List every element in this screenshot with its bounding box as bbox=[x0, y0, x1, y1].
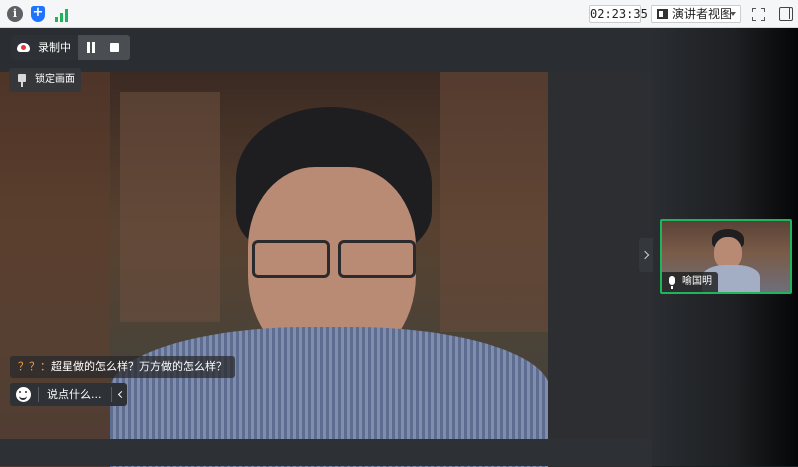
recording-status-label: 录制中 bbox=[38, 41, 71, 54]
chat-input[interactable]: 说点什么... bbox=[47, 383, 102, 406]
emoji-icon[interactable] bbox=[16, 387, 31, 402]
recording-bar: 录制中 bbox=[11, 35, 130, 60]
view-mode-dropdown[interactable]: 演讲者视图 bbox=[651, 5, 741, 23]
recording-status[interactable]: 录制中 bbox=[11, 35, 78, 60]
recording-controls bbox=[78, 35, 130, 60]
presenter-view-icon bbox=[657, 9, 668, 19]
meeting-timer: 02:23:35 bbox=[589, 5, 648, 23]
fullscreen-icon[interactable] bbox=[752, 8, 765, 21]
stop-icon[interactable] bbox=[110, 43, 119, 52]
participant-name: 喻国明 bbox=[682, 276, 712, 287]
participant-thumbnail[interactable]: 喻国明 bbox=[660, 219, 792, 294]
microphone-icon bbox=[669, 276, 675, 289]
speaker-video bbox=[0, 72, 548, 467]
participant-name-tag: 喻国明 bbox=[662, 272, 718, 292]
lock-view-label: 锁定画面 bbox=[35, 74, 75, 85]
chevron-left-icon[interactable] bbox=[111, 387, 126, 402]
pin-icon bbox=[18, 74, 26, 87]
lock-view-button[interactable]: 锁定画面 bbox=[9, 68, 81, 92]
info-icon[interactable] bbox=[7, 6, 23, 22]
chat-text: 超星做的怎么样？万方做的怎么样？ bbox=[51, 360, 227, 373]
panel-expand-handle[interactable] bbox=[639, 238, 653, 272]
view-mode-label: 演讲者视图 bbox=[672, 7, 733, 21]
top-toolbar: 02:23:35 演讲者视图 bbox=[0, 0, 798, 28]
chat-message: ？？：超星做的怎么样？万方做的怎么样？ bbox=[10, 356, 235, 378]
signal-icon[interactable] bbox=[54, 8, 70, 22]
chevron-down-icon bbox=[730, 12, 736, 16]
pause-icon[interactable] bbox=[86, 42, 96, 53]
cloud-record-icon bbox=[17, 43, 30, 52]
chat-sender: ？？ bbox=[18, 360, 40, 373]
chat-separator: ： bbox=[40, 360, 51, 373]
shield-icon[interactable] bbox=[31, 5, 45, 22]
chat-input-bar: 说点什么... bbox=[10, 383, 127, 406]
bottom-bar bbox=[0, 439, 652, 466]
panel-toggle-icon[interactable] bbox=[779, 7, 793, 21]
